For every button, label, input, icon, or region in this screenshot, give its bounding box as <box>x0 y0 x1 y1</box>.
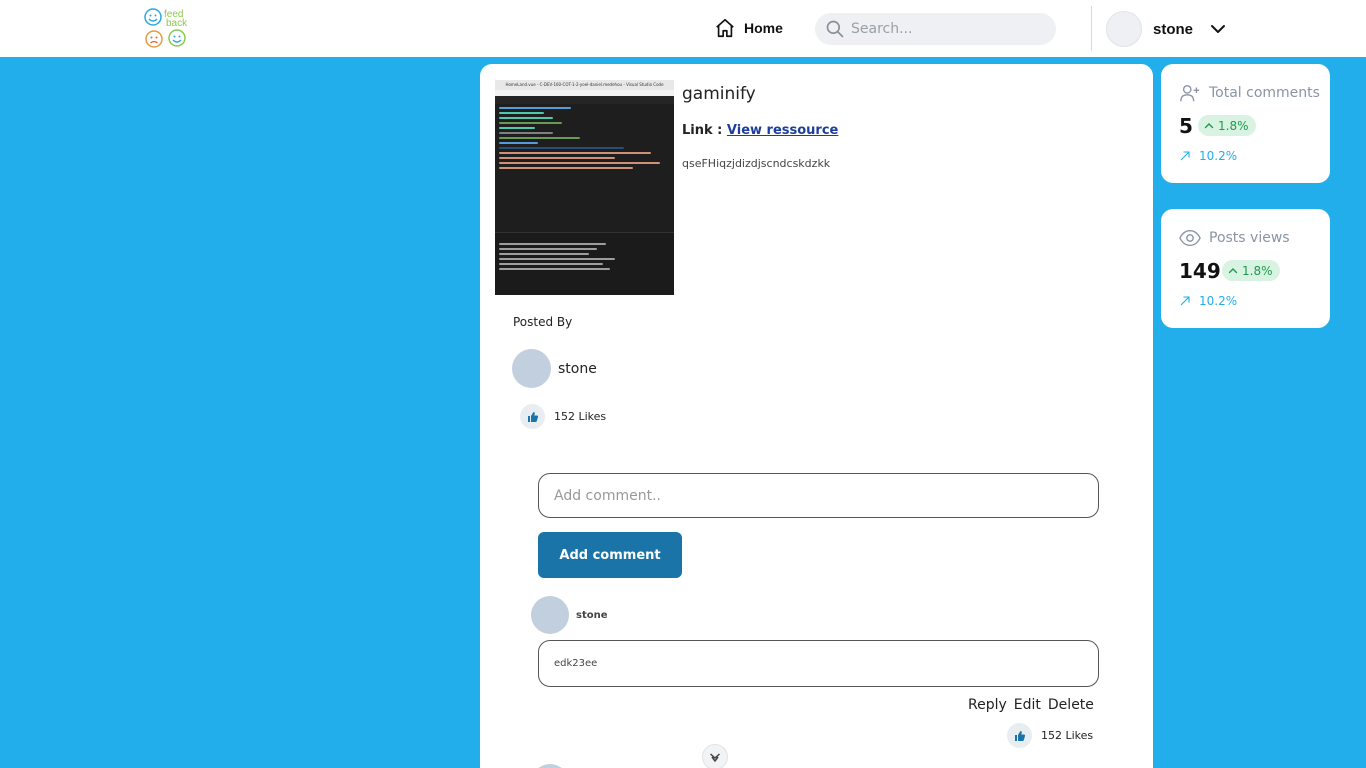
stat-header: Total comments <box>1179 82 1320 104</box>
code-line <box>499 107 571 109</box>
stat-label: Total comments <box>1209 85 1320 101</box>
code-line <box>499 167 634 169</box>
posted-by-label: Posted By <box>513 315 573 329</box>
reply-button[interactable]: Reply <box>968 697 1007 713</box>
nav-home-link[interactable]: Home <box>714 17 783 39</box>
logo[interactable]: feed back <box>141 6 195 52</box>
code-line <box>499 137 580 139</box>
stat-trend: 10.2% <box>1179 149 1237 163</box>
posts-views-card: Posts views 149 1.8% 10.2% <box>1161 209 1330 328</box>
nav-home-label: Home <box>744 20 783 36</box>
avatar <box>531 596 569 634</box>
stat-trend-value: 10.2% <box>1199 294 1238 308</box>
post-link-row: Link : View ressource <box>682 123 838 138</box>
post-thumbnail[interactable]: HomeLand.vue - C-DEV-160-COT-1-2-yoel-da… <box>495 80 674 295</box>
expand-comments-button[interactable] <box>702 744 728 768</box>
code-line <box>499 112 544 114</box>
post-author[interactable]: stone <box>512 349 597 388</box>
comment-actions: Reply Edit Delete <box>968 697 1094 713</box>
stat-value: 5 <box>1179 114 1193 138</box>
trend-arrow-icon <box>1180 296 1190 306</box>
code-line <box>499 122 562 124</box>
post-likes: 152 Likes <box>520 404 606 429</box>
code-line <box>499 147 625 149</box>
home-icon <box>716 18 734 38</box>
edit-button[interactable]: Edit <box>1014 697 1041 713</box>
comment-likes: 152 Likes <box>1007 723 1093 748</box>
code-line <box>499 127 535 129</box>
comment-input[interactable] <box>538 473 1099 518</box>
user-name: stone <box>1153 20 1194 38</box>
feedback-logo-icon: feed back <box>144 8 188 48</box>
chevron-up-icon <box>1204 122 1214 128</box>
stat-trend-value: 10.2% <box>1199 149 1238 163</box>
stat-trend: 10.2% <box>1179 294 1237 308</box>
code-line <box>499 117 553 119</box>
stat-label: Posts views <box>1209 230 1290 246</box>
terminal-line <box>499 268 610 270</box>
terminal-line <box>499 248 598 250</box>
comment-author-name: stone <box>576 609 608 621</box>
avatar <box>531 764 569 768</box>
code-line <box>499 132 553 134</box>
likes-count: 152 Likes <box>1041 729 1094 742</box>
thumbnail-caption: HomeLand.vue - C-DEV-160-COT-1-2-yoel-da… <box>495 80 674 90</box>
avatar <box>512 349 551 388</box>
terminal-line <box>499 253 589 255</box>
search-input[interactable] <box>851 21 1041 37</box>
search-bar <box>815 13 1056 45</box>
thumbs-up-icon <box>1014 730 1025 741</box>
delete-button[interactable]: Delete <box>1048 697 1094 713</box>
stat-change-badge: 1.8% <box>1222 260 1280 281</box>
post-card: HomeLand.vue - C-DEV-160-COT-1-2-yoel-da… <box>480 64 1153 768</box>
terminal-line <box>499 263 603 265</box>
header-divider <box>1091 6 1092 51</box>
thumbnail-terminal <box>495 232 674 295</box>
comment-author[interactable]: stone <box>531 596 608 634</box>
thumbs-up-icon <box>527 411 538 422</box>
user-plus-icon <box>1180 84 1200 102</box>
stat-value: 149 <box>1179 259 1221 283</box>
code-line <box>499 142 539 144</box>
view-resource-link[interactable]: View ressource <box>727 123 838 138</box>
search-icon <box>826 20 844 38</box>
terminal-line <box>499 258 616 260</box>
trend-arrow-icon <box>1180 151 1190 161</box>
chevron-down-icon <box>710 753 720 762</box>
stat-change-badge: 1.8% <box>1198 115 1256 136</box>
chevron-down-icon[interactable] <box>1209 20 1227 38</box>
thumbnail-tabs <box>495 96 674 104</box>
post-link-label: Link : <box>682 123 723 138</box>
svg-text:back: back <box>166 18 188 29</box>
user-menu[interactable]: stone <box>1106 11 1227 47</box>
terminal-line <box>499 243 607 245</box>
chevron-up-icon <box>1228 267 1238 273</box>
code-line <box>499 157 616 159</box>
comment-text-box: edk23ee <box>538 640 1099 687</box>
post-title: gaminify <box>682 84 756 104</box>
post-description: qseFHiqzjdizdjscndcskdzkk <box>682 157 831 170</box>
stat-header: Posts views <box>1179 227 1290 249</box>
likes-count: 152 Likes <box>554 410 607 423</box>
code-line <box>499 152 652 154</box>
total-comments-card: Total comments 5 1.8% 10.2% <box>1161 64 1330 183</box>
stat-change: 1.8% <box>1218 118 1249 133</box>
eye-icon <box>1179 229 1201 247</box>
stat-change: 1.8% <box>1242 263 1273 278</box>
top-header: feed back Home stone <box>0 0 1366 57</box>
comment-text: edk23ee <box>554 658 598 669</box>
like-button[interactable] <box>520 404 545 429</box>
add-comment-button[interactable]: Add comment <box>538 532 682 578</box>
avatar <box>1106 11 1142 47</box>
like-button[interactable] <box>1007 723 1032 748</box>
code-line <box>499 162 661 164</box>
author-name: stone <box>558 360 597 377</box>
